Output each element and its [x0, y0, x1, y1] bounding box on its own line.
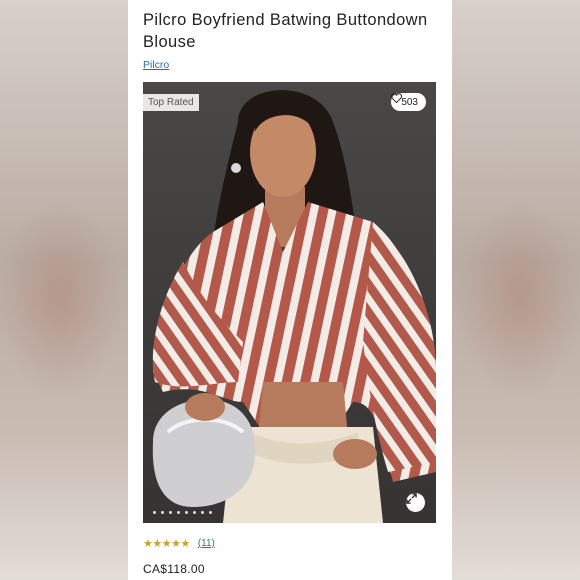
- model-illustration: [152, 90, 436, 523]
- rating-row: ★★★★★ (11): [143, 537, 215, 550]
- expand-icon: [406, 493, 417, 504]
- gallery-dot[interactable]: [201, 511, 204, 514]
- product-card: Pilcro Boyfriend Batwing Buttondown Blou…: [128, 0, 452, 580]
- review-count-link[interactable]: (11): [198, 538, 215, 549]
- heart-icon: [391, 93, 403, 103]
- product-photo[interactable]: Top Rated 503: [143, 82, 436, 523]
- like-count: 503: [401, 96, 418, 108]
- expand-button[interactable]: [406, 493, 425, 512]
- product-title: Pilcro Boyfriend Batwing Buttondown Blou…: [143, 11, 428, 51]
- gallery-dot[interactable]: [185, 511, 188, 514]
- gallery-dots: [153, 511, 212, 514]
- product-price: CA$118.00: [143, 562, 205, 576]
- gallery-dot[interactable]: [177, 511, 180, 514]
- gallery-dot[interactable]: [169, 511, 172, 514]
- gallery-dot[interactable]: [193, 511, 196, 514]
- gallery-dot[interactable]: [161, 511, 164, 514]
- like-button[interactable]: 503: [391, 93, 426, 111]
- star-rating-icon: ★★★★★: [143, 538, 190, 550]
- brand-link[interactable]: Pilcro: [143, 59, 169, 71]
- gallery-dot[interactable]: [209, 511, 212, 514]
- top-rated-badge: Top Rated: [143, 94, 199, 111]
- gallery-dot[interactable]: [153, 511, 156, 514]
